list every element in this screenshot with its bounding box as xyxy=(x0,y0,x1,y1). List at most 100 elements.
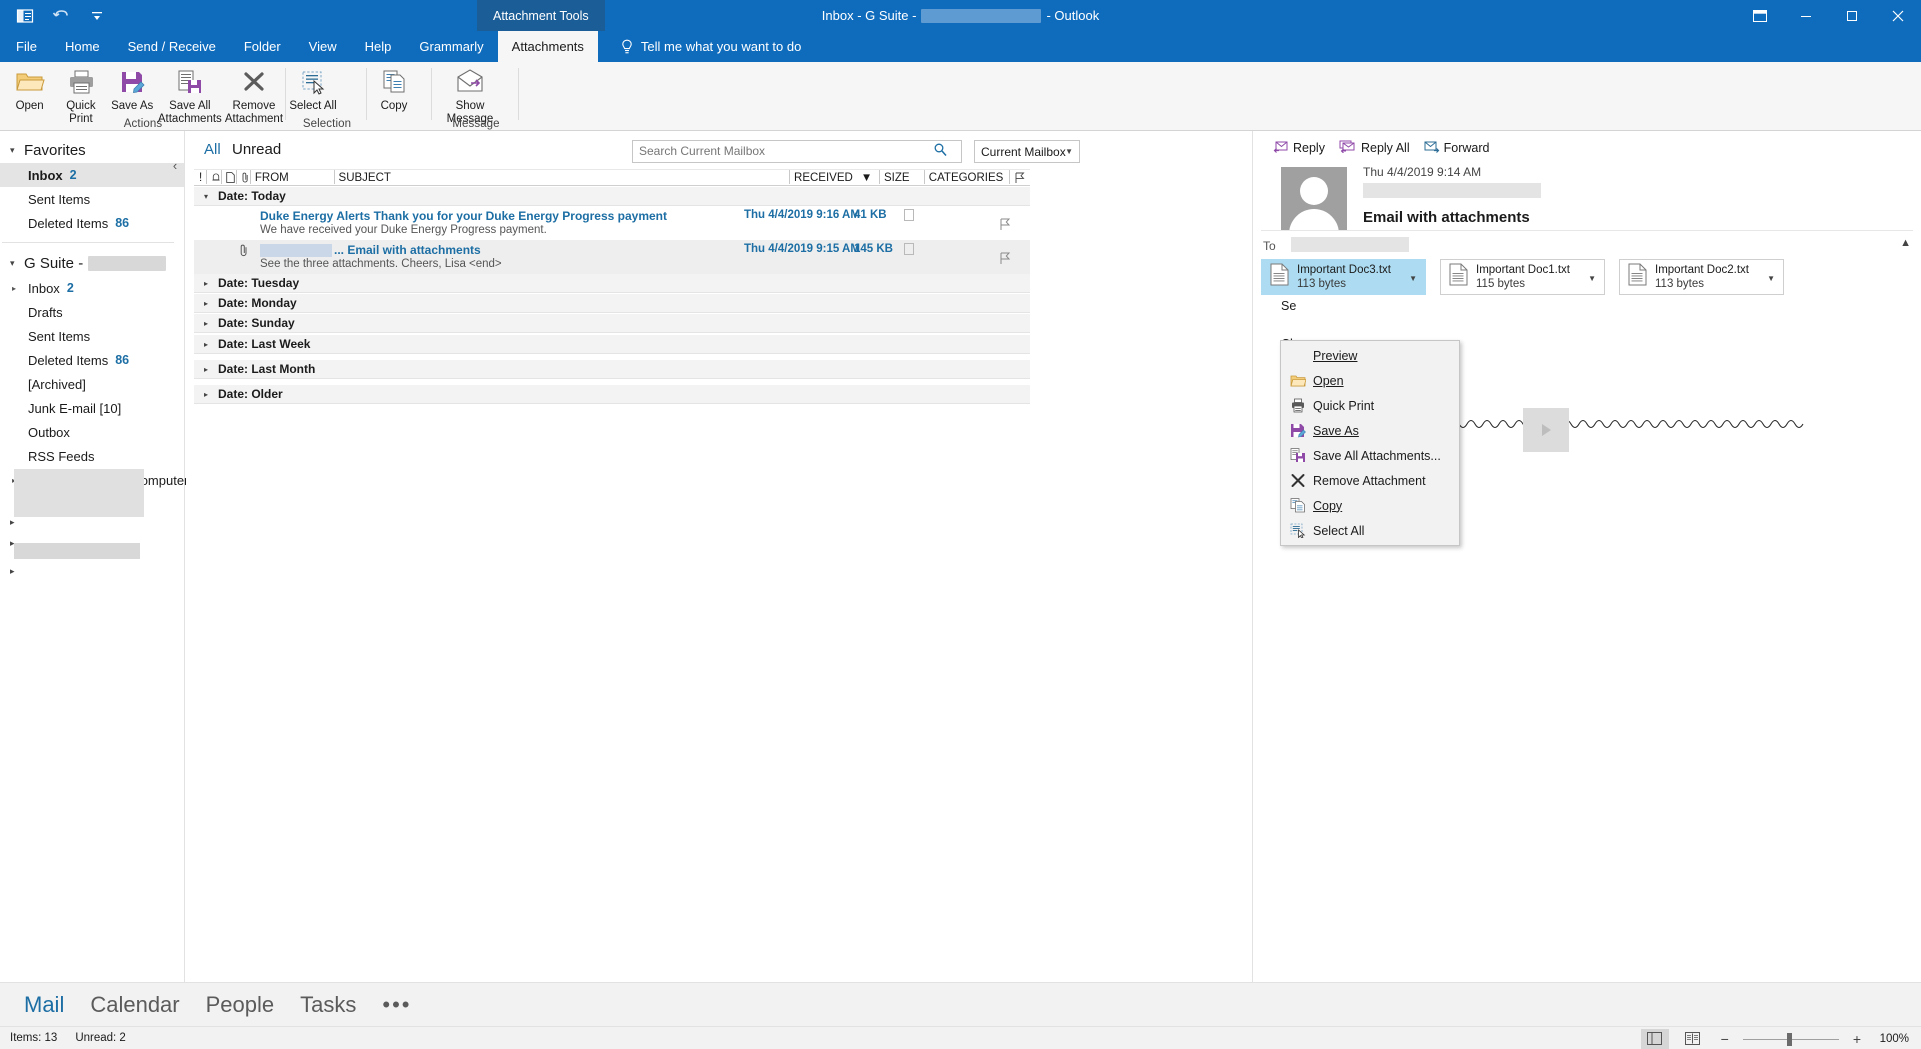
flag-icon[interactable] xyxy=(999,252,1011,270)
ribbon-display-options-icon[interactable] xyxy=(1737,0,1783,31)
column-from[interactable]: FROM xyxy=(249,169,334,186)
column-subject[interactable]: SUBJECT xyxy=(333,169,790,186)
ribbon-select-all-button[interactable]: Select All xyxy=(285,62,341,113)
sidebar-item-junk-email[interactable]: Junk E-mail [10] xyxy=(0,396,184,420)
column-categories[interactable]: CATEGORIES xyxy=(923,169,1009,186)
sidebar-item-outbox[interactable]: Outbox xyxy=(0,420,184,444)
customize-quick-access-icon[interactable] xyxy=(86,5,108,27)
sidebar-item-favorites-inbox[interactable]: Inbox 2 xyxy=(0,163,184,187)
sidebar-item-rss-feeds[interactable]: RSS Feeds xyxy=(0,444,184,468)
column-importance[interactable]: ! xyxy=(194,169,206,186)
zoom-out-button[interactable]: − xyxy=(1717,1031,1733,1047)
group-header-last-week[interactable]: ▸ Date: Last Week xyxy=(194,335,1030,354)
normal-view-icon[interactable] xyxy=(1640,1028,1669,1049)
ribbon-save-as-button[interactable]: Save As xyxy=(107,62,158,113)
tab-folder[interactable]: Folder xyxy=(230,31,295,62)
sidebar-item-drafts[interactable]: Drafts xyxy=(0,300,184,324)
tab-grammarly[interactable]: Grammarly xyxy=(405,31,497,62)
group-header-last-month[interactable]: ▸ Date: Last Month xyxy=(194,360,1030,379)
column-attachment-doc[interactable] xyxy=(221,169,236,186)
sidebar-item-archived[interactable]: [Archived] xyxy=(0,372,184,396)
tell-me-box[interactable]: Tell me what you want to do xyxy=(598,31,801,62)
sort-descending-icon[interactable]: ▼ xyxy=(849,169,879,186)
message-category-box[interactable] xyxy=(904,243,914,255)
attachment-chip-doc1[interactable]: Important Doc1.txt 115 bytes ▼ xyxy=(1440,259,1605,295)
reply-button[interactable]: Reply xyxy=(1273,139,1325,156)
group-header-sunday[interactable]: ▸ Date: Sunday xyxy=(194,314,1030,333)
nav-group-favorites[interactable]: ▾ Favorites xyxy=(0,137,184,163)
module-people[interactable]: People xyxy=(206,992,275,1018)
sidebar-item-sent-items[interactable]: Sent Items xyxy=(0,324,184,348)
search-scope-dropdown[interactable]: Current Mailbox ▼ xyxy=(974,140,1080,163)
nav-group-account-4[interactable]: ▸ xyxy=(0,558,24,584)
search-icon[interactable] xyxy=(934,143,947,161)
flag-icon[interactable] xyxy=(999,218,1011,236)
menu-item-select-all[interactable]: Select All xyxy=(1281,518,1459,543)
chevron-right-icon[interactable]: ▸ xyxy=(10,566,24,577)
group-header-today[interactable]: ▾ Date: Today xyxy=(194,187,1030,206)
minimize-icon[interactable] xyxy=(1783,0,1829,31)
sidebar-item-favorites-deleted[interactable]: Deleted Items 86 xyxy=(0,211,184,235)
restore-icon[interactable] xyxy=(1829,0,1875,31)
zoom-slider-thumb[interactable] xyxy=(1786,1032,1792,1046)
forward-button[interactable]: Forward xyxy=(1424,139,1489,156)
undo-icon[interactable] xyxy=(50,5,72,27)
zoom-in-button[interactable]: + xyxy=(1849,1031,1865,1047)
filter-all[interactable]: All xyxy=(204,141,221,158)
table-row[interactable]: ... Email with attachments See the three… xyxy=(194,240,1030,274)
ribbon-open-button[interactable]: Open xyxy=(4,62,55,113)
ribbon-quick-print-button[interactable]: Quick Print xyxy=(55,62,106,125)
attachment-chip-doc3[interactable]: Important Doc3.txt 113 bytes ▼ xyxy=(1261,259,1426,295)
ribbon-show-message-button[interactable]: Show Message xyxy=(435,62,505,125)
tab-help[interactable]: Help xyxy=(351,31,406,62)
ribbon-remove-attachment-button[interactable]: Remove Attachment xyxy=(222,62,286,125)
chevron-down-icon[interactable]: ▼ xyxy=(1588,274,1596,283)
reply-all-button[interactable]: Reply All xyxy=(1339,139,1410,156)
search-input[interactable]: Search Current Mailbox xyxy=(632,140,962,163)
media-play-button[interactable] xyxy=(1523,408,1569,452)
chevron-right-icon[interactable]: ▸ xyxy=(12,284,16,293)
module-tasks[interactable]: Tasks xyxy=(300,992,356,1018)
group-header-tuesday[interactable]: ▸ Date: Tuesday xyxy=(194,274,1030,293)
message-category-box[interactable] xyxy=(904,209,914,221)
menu-item-remove-attachment[interactable]: Remove Attachment xyxy=(1281,468,1459,493)
module-calendar[interactable]: Calendar xyxy=(90,992,179,1018)
tab-home[interactable]: Home xyxy=(51,31,114,62)
sidebar-item-deleted-items[interactable]: Deleted Items 86 xyxy=(0,348,184,372)
chevron-up-icon[interactable]: ▲ xyxy=(1900,237,1911,249)
menu-item-preview[interactable]: Preview xyxy=(1281,343,1459,368)
reading-view-icon[interactable] xyxy=(1679,1029,1707,1049)
zoom-slider[interactable] xyxy=(1742,1029,1839,1049)
chevron-down-icon[interactable]: ▼ xyxy=(1409,274,1417,283)
filter-unread[interactable]: Unread xyxy=(232,141,281,158)
menu-item-copy[interactable]: Copy xyxy=(1281,493,1459,518)
menu-item-save-as[interactable]: Save As xyxy=(1281,418,1459,443)
tab-send-receive[interactable]: Send / Receive xyxy=(114,31,230,62)
module-mail[interactable]: Mail xyxy=(24,992,64,1018)
table-row[interactable]: Duke Energy Alerts Thank you for your Du… xyxy=(194,206,1030,240)
close-icon[interactable] xyxy=(1875,0,1921,31)
ribbon-copy-button[interactable]: Copy xyxy=(366,62,422,113)
column-size[interactable]: SIZE xyxy=(879,169,924,186)
sidebar-item-favorites-sent[interactable]: Sent Items xyxy=(0,187,184,211)
sidebar-item-inbox[interactable]: ▸ Inbox 2 xyxy=(0,276,184,300)
tab-file[interactable]: File xyxy=(0,31,51,62)
chevron-down-icon[interactable]: ▼ xyxy=(1767,274,1775,283)
column-attachment-clip[interactable] xyxy=(235,169,250,186)
menu-item-open[interactable]: Open xyxy=(1281,368,1459,393)
group-header-older[interactable]: ▸ Date: Older xyxy=(194,385,1030,404)
collapse-folder-pane-icon[interactable]: ‹ xyxy=(168,157,182,173)
column-reminder[interactable] xyxy=(206,169,221,186)
attachment-chip-doc2[interactable]: Important Doc2.txt 113 bytes ▼ xyxy=(1619,259,1784,295)
ribbon-save-all-attachments-button[interactable]: Save All Attachments xyxy=(158,62,222,125)
nav-group-account[interactable]: ▾ G Suite - xyxy=(0,250,184,276)
nav-group-account-3[interactable]: ▸ xyxy=(0,509,24,535)
column-flag[interactable] xyxy=(1009,169,1030,186)
menu-item-save-all-attachments[interactable]: Save All Attachments... xyxy=(1281,443,1459,468)
module-more-options[interactable]: ••• xyxy=(382,992,411,1018)
column-received[interactable]: RECEIVED xyxy=(789,169,853,186)
tab-view[interactable]: View xyxy=(295,31,351,62)
tab-attachments[interactable]: Attachments xyxy=(497,31,598,62)
chevron-right-icon[interactable]: ▸ xyxy=(10,517,24,528)
group-header-monday[interactable]: ▸ Date: Monday xyxy=(194,294,1030,313)
